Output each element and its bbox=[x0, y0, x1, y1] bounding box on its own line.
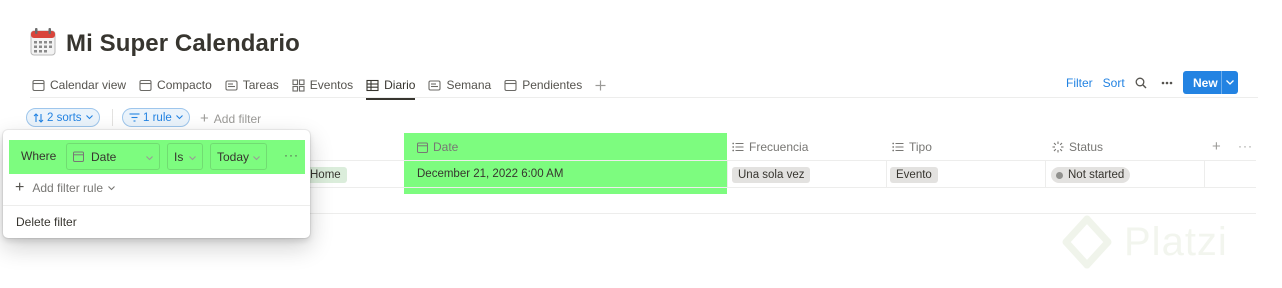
tab-label: Tareas bbox=[242, 78, 279, 92]
chevron-down-icon bbox=[108, 185, 115, 190]
column-header-tipo[interactable]: Tipo bbox=[892, 140, 932, 154]
tab-eventos[interactable]: Eventos bbox=[292, 72, 353, 98]
calendar-icon[interactable] bbox=[30, 28, 56, 56]
sort-arrows-icon bbox=[33, 112, 44, 123]
filter-lines-icon bbox=[129, 113, 140, 122]
column-header-label: Frecuencia bbox=[749, 140, 809, 154]
add-filter-rule-label: Add filter rule bbox=[32, 181, 104, 195]
platzi-logo-icon bbox=[1062, 215, 1112, 269]
tab-label: Eventos bbox=[309, 78, 354, 92]
frecuencia-tag[interactable]: Una sola vez bbox=[732, 167, 811, 183]
plus-icon: + bbox=[15, 179, 25, 196]
add-filter-button[interactable]: + Add filter bbox=[200, 110, 261, 127]
plus-icon: + bbox=[200, 110, 209, 127]
rule-chip[interactable]: 1 rule bbox=[122, 108, 190, 127]
tab-label: Calendar view bbox=[50, 78, 127, 92]
popup-divider bbox=[3, 205, 310, 206]
plus-icon bbox=[595, 80, 606, 90]
column-divider bbox=[1045, 160, 1046, 187]
column-header-date[interactable]: Date bbox=[417, 140, 458, 154]
board-icon bbox=[428, 79, 442, 91]
chevron-down-icon bbox=[146, 150, 153, 164]
where-label: Where bbox=[21, 149, 57, 163]
add-filter-rule-button[interactable]: + Add filter rule bbox=[15, 179, 115, 197]
tab-diario[interactable]: Diario bbox=[366, 72, 416, 100]
sorts-chip[interactable]: 2 sorts bbox=[26, 108, 100, 127]
column-header-label: Date bbox=[433, 140, 459, 154]
property-select[interactable]: Date bbox=[66, 143, 160, 170]
filter-popup: Where Date Is Today ··· + Add filter rul… bbox=[3, 130, 310, 238]
tab-label: Diario bbox=[384, 78, 416, 92]
gallery-icon bbox=[292, 78, 305, 92]
list-prop-icon bbox=[732, 142, 744, 152]
filter-button[interactable]: Filter bbox=[1066, 76, 1093, 90]
more-icon[interactable]: ··· bbox=[284, 148, 299, 162]
calendar-prop-icon bbox=[73, 151, 84, 162]
chevron-down-icon bbox=[175, 115, 183, 120]
watermark-text: Platzi bbox=[1124, 219, 1228, 264]
status-prop-icon bbox=[1052, 141, 1064, 153]
page-title[interactable]: Mi Super Calendario bbox=[66, 30, 300, 58]
more-icon[interactable] bbox=[1161, 81, 1173, 85]
search-icon[interactable] bbox=[1135, 77, 1147, 89]
list-prop-icon bbox=[892, 142, 904, 152]
category-tag[interactable]: Home bbox=[304, 167, 347, 183]
value-select[interactable]: Today bbox=[210, 143, 267, 170]
add-property-button[interactable]: + bbox=[1212, 138, 1221, 155]
column-header-status[interactable]: Status bbox=[1052, 140, 1103, 154]
chevron-down-icon bbox=[253, 150, 260, 164]
chevron-down-icon bbox=[189, 150, 196, 164]
add-filter-label: Add filter bbox=[213, 111, 262, 126]
column-divider bbox=[1204, 160, 1205, 187]
view-toolbar: Filter Sort bbox=[1066, 72, 1187, 94]
date-cell[interactable]: December 21, 2022 6:00 AM bbox=[417, 168, 563, 180]
column-divider bbox=[727, 160, 728, 187]
status-dot-icon bbox=[1056, 171, 1063, 179]
view-tabs: Calendar view Compacto Tareas Eventos Di… bbox=[32, 72, 619, 100]
table-icon bbox=[366, 79, 379, 91]
value-select-label: Today bbox=[217, 149, 250, 164]
tab-label: Semana bbox=[446, 78, 492, 92]
table-row-divider bbox=[310, 187, 1256, 188]
calendar-view-icon bbox=[32, 79, 45, 91]
column-header-label: Tipo bbox=[909, 140, 932, 154]
new-button[interactable]: New bbox=[1183, 71, 1238, 94]
sort-button[interactable]: Sort bbox=[1103, 76, 1125, 90]
chevron-down-icon[interactable] bbox=[1222, 80, 1238, 85]
tab-label: Pendientes bbox=[522, 78, 583, 92]
tab-pendientes[interactable]: Pendientes bbox=[504, 72, 582, 98]
calendar-view-icon bbox=[504, 79, 517, 91]
more-icon[interactable]: ··· bbox=[1238, 139, 1253, 153]
tab-label: Compacto bbox=[157, 78, 212, 92]
add-view-button[interactable] bbox=[595, 72, 606, 98]
rule-chip-label: 1 rule bbox=[143, 111, 172, 124]
property-select-label: Date bbox=[91, 149, 117, 164]
calendar-view-icon bbox=[139, 79, 152, 91]
delete-filter-button[interactable]: Delete filter bbox=[16, 215, 77, 229]
status-label: Not started bbox=[1068, 169, 1125, 181]
platzi-watermark: Platzi bbox=[1058, 213, 1228, 271]
tab-compacto[interactable]: Compacto bbox=[139, 72, 212, 98]
tipo-tag[interactable]: Evento bbox=[890, 167, 938, 183]
tab-calendar-view[interactable]: Calendar view bbox=[32, 72, 126, 98]
operator-select-label: Is bbox=[174, 149, 184, 164]
calendar-prop-icon bbox=[417, 142, 428, 153]
table-header-divider bbox=[310, 160, 1256, 161]
filter-rule-row: Where Date Is Today ··· bbox=[9, 140, 305, 174]
column-divider bbox=[886, 160, 887, 187]
tabs-divider bbox=[30, 97, 1258, 98]
sorts-chip-label: 2 sorts bbox=[47, 111, 82, 124]
status-badge[interactable]: Not started bbox=[1051, 167, 1131, 183]
new-button-label: New bbox=[1193, 75, 1218, 90]
operator-select[interactable]: Is bbox=[167, 143, 203, 170]
tab-semana[interactable]: Semana bbox=[428, 72, 491, 98]
tab-tareas[interactable]: Tareas bbox=[225, 72, 279, 98]
column-header-label: Status bbox=[1069, 140, 1104, 154]
column-header-frecuencia[interactable]: Frecuencia bbox=[732, 140, 808, 154]
chips-divider bbox=[112, 109, 113, 126]
chevron-down-icon bbox=[85, 115, 93, 120]
board-icon bbox=[225, 79, 238, 91]
